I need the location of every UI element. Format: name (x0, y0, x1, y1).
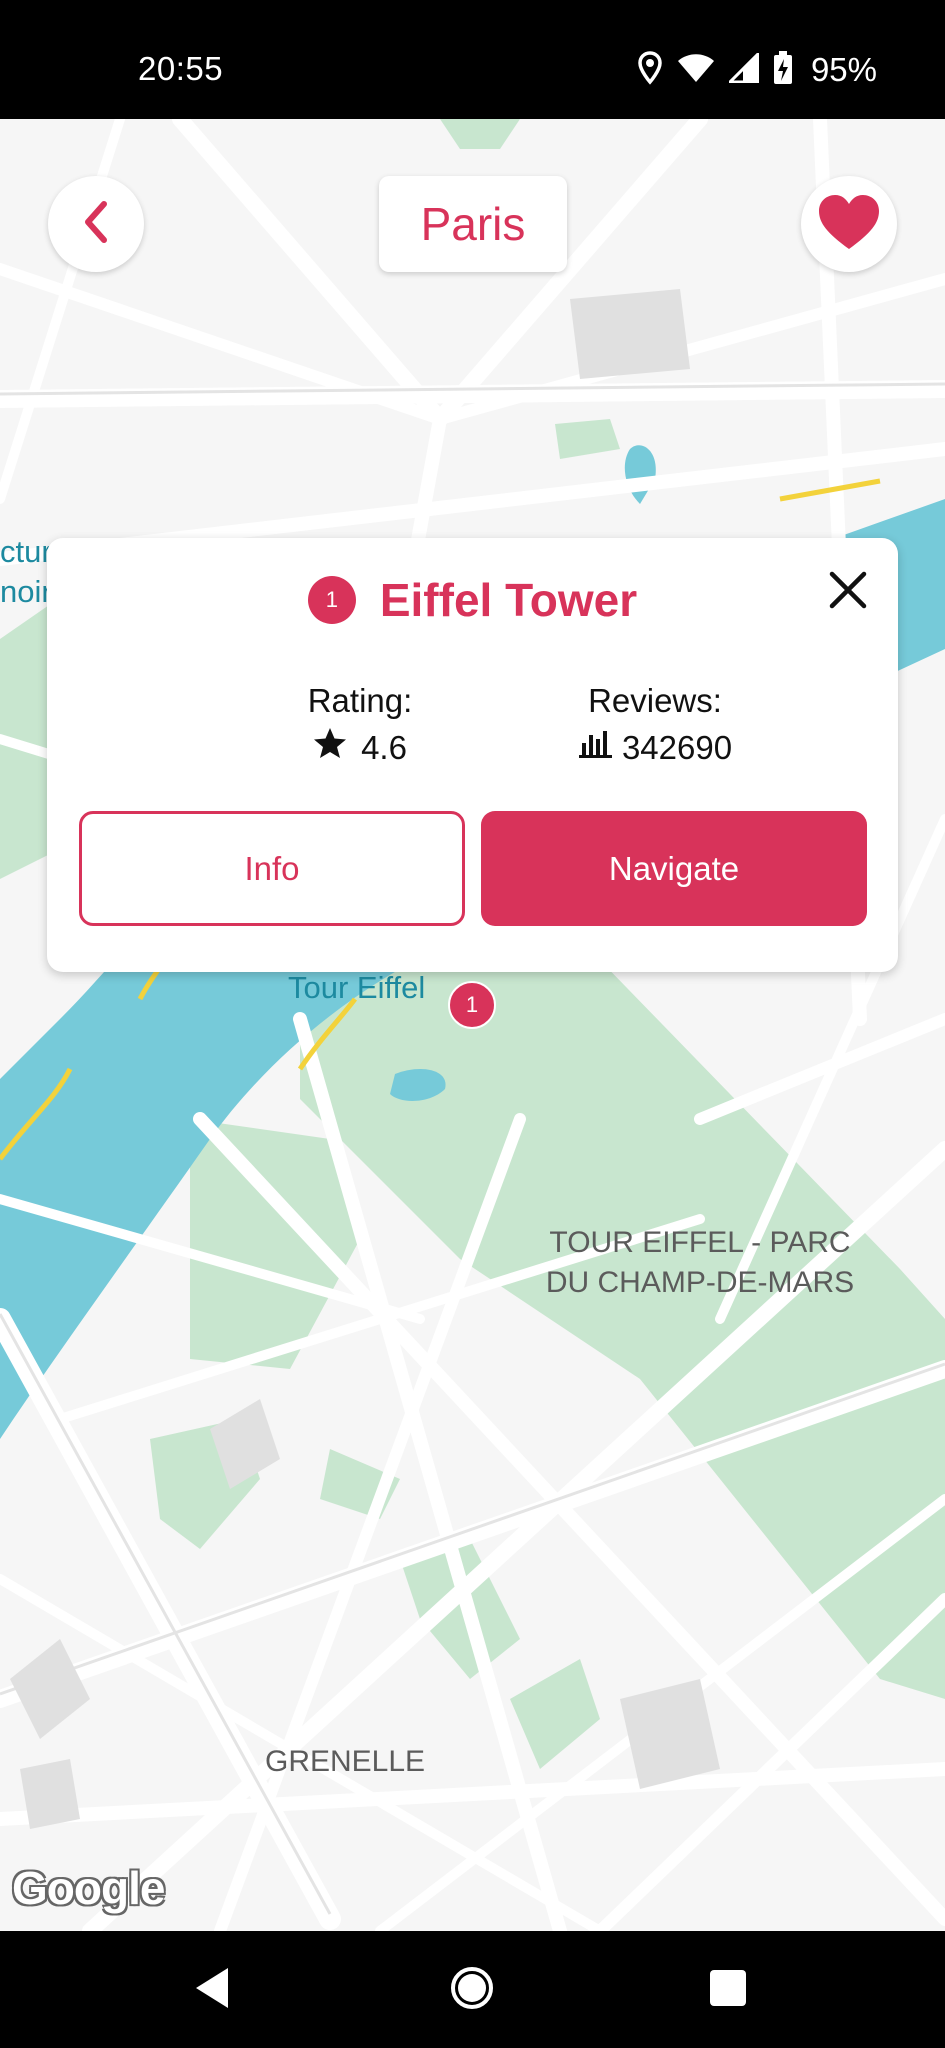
system-nav-bar (0, 1931, 945, 2048)
nav-home-button[interactable] (437, 1955, 507, 2025)
cell-signal-icon (726, 49, 760, 88)
nav-home-icon (449, 1965, 495, 2016)
rating-value: 4.6 (361, 729, 407, 766)
rating-value-row: 4.6 (210, 726, 510, 770)
wifi-icon (677, 53, 715, 88)
rating-label: Rating: (307, 682, 413, 719)
star-icon (313, 726, 347, 770)
card-title-row: 1 Eiffel Tower (47, 568, 898, 632)
google-attribution: Google (12, 1862, 165, 1914)
location-icon (637, 50, 663, 90)
rating-stat: Rating: 4.6 (210, 680, 510, 770)
city-title: Paris (379, 176, 567, 272)
close-button[interactable] (820, 564, 876, 620)
status-time: 20:55 (138, 50, 224, 87)
nav-recents-button[interactable] (693, 1955, 763, 2025)
bar-chart-icon (578, 726, 614, 770)
heart-icon (817, 193, 881, 256)
info-button[interactable]: Info (79, 811, 465, 926)
status-icons: 95% (637, 49, 877, 90)
battery-charging-icon (773, 50, 793, 90)
nav-recents-icon (708, 1968, 748, 2013)
chevron-left-icon (76, 198, 116, 251)
map-label-grenelle: GRENELLE (265, 1745, 426, 1778)
reviews-stat: Reviews: 342690 (505, 680, 805, 770)
map-label-park-line1: TOUR EIFFEL - PARC (549, 1226, 851, 1259)
place-card: 1 Eiffel Tower Rating: 4.6 Reviews: 3426… (47, 538, 898, 972)
reviews-value: 342690 (621, 729, 733, 766)
map-label-side-1: ctur (0, 534, 52, 569)
nav-back-icon (192, 1966, 232, 2015)
status-bar: 20:55 95% (0, 0, 945, 119)
nav-back-button[interactable] (177, 1955, 247, 2025)
battery-percent: 95% (810, 51, 877, 88)
close-icon (828, 570, 868, 615)
navigate-button[interactable]: Navigate (481, 811, 867, 926)
favorite-button[interactable] (801, 176, 897, 272)
map-label-park: TOUR EIFFEL - PARC DU CHAMP-DE-MARS (530, 1223, 870, 1303)
reviews-label: Reviews: (588, 682, 722, 719)
map-marker[interactable]: 1 (448, 981, 496, 1029)
place-badge: 1 (307, 576, 356, 624)
place-title: Eiffel Tower (379, 574, 638, 626)
map-label-side-2: noir (0, 574, 52, 609)
map-view[interactable]: Tour Eiffel 1 TOUR EIFFEL - PARC DU CHAM… (0, 119, 945, 1931)
map-label-park-line2: DU CHAMP-DE-MARS (545, 1266, 855, 1299)
back-button[interactable] (48, 176, 144, 272)
reviews-value-row: 342690 (505, 726, 805, 770)
map-label-tour-eiffel: Tour Eiffel (288, 970, 426, 1005)
